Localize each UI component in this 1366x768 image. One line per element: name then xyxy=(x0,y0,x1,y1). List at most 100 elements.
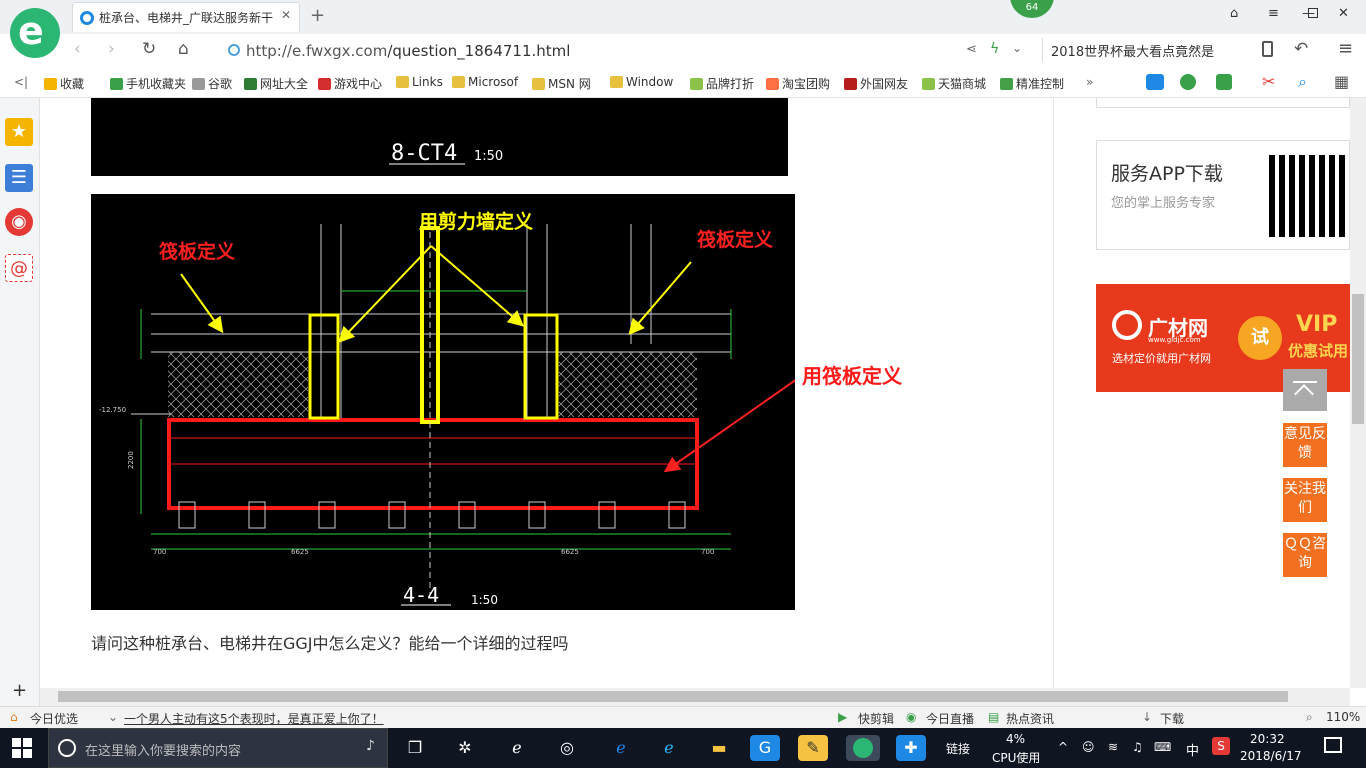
site-favicon xyxy=(80,11,94,25)
volume-icon[interactable]: ♫ xyxy=(1132,740,1143,754)
tray-up-icon[interactable]: ^ xyxy=(1058,740,1068,754)
vertical-scroll-thumb[interactable] xyxy=(1352,294,1364,424)
forward-icon[interactable]: › xyxy=(108,39,115,59)
chevron-down-icon[interactable]: ⌄ xyxy=(108,710,118,724)
follow-us-button[interactable]: 关注我们 xyxy=(1283,478,1327,522)
browser-tab[interactable]: 桩承台、电梯井_广联达服务新干 ✕ xyxy=(72,2,300,32)
ime-indicator[interactable]: 中 xyxy=(1186,740,1199,759)
bookmark-icon xyxy=(318,78,331,90)
reader-icon[interactable]: ☰ xyxy=(5,164,33,192)
browser-e-icon[interactable]: ℯ xyxy=(502,735,532,761)
search-input[interactable]: 2018世界杯最大看点竟然是 xyxy=(1042,38,1242,62)
bookmark-label: 淘宝团购 xyxy=(782,77,831,91)
notification-badge[interactable]: 64 xyxy=(1010,0,1054,18)
file-explorer-icon[interactable]: ▬ xyxy=(704,735,734,761)
bookmark-icon xyxy=(452,76,465,88)
bookmark-item[interactable]: Window xyxy=(610,75,673,89)
plus-app-icon[interactable]: ✚ xyxy=(896,735,926,761)
pinwheel-app-icon[interactable]: ✲ xyxy=(450,735,480,761)
reload-icon[interactable]: ↻ xyxy=(142,39,156,59)
bookmark-item[interactable]: 网址大全 xyxy=(244,75,308,92)
close-window-icon[interactable]: ✕ xyxy=(1338,6,1349,21)
keyboard-icon[interactable]: ⌨ xyxy=(1154,740,1171,754)
money-icon[interactable] xyxy=(1180,74,1196,90)
windows-start-icon[interactable] xyxy=(12,738,32,758)
bookmark-item[interactable]: 淘宝团购 xyxy=(766,75,830,92)
label-raft-bottom: 用筏板定义 xyxy=(802,364,902,388)
home-icon[interactable]: ⌂ xyxy=(178,39,189,59)
app-download-card[interactable]: 服务APP下载 您的掌上服务专家 xyxy=(1096,140,1350,250)
scissors-icon[interactable]: ✂ xyxy=(1262,72,1275,91)
task-view-icon[interactable]: ❐ xyxy=(400,735,430,761)
download-link[interactable]: 下载 xyxy=(1160,710,1184,727)
news-link[interactable]: 一个男人主动有这5个表现时，是真正爱上你了！ xyxy=(124,710,384,727)
bookmark-item[interactable]: 精准控制 xyxy=(1000,75,1064,92)
today-picks[interactable]: 今日优选 xyxy=(30,710,78,727)
feedback-button[interactable]: 意见反馈 xyxy=(1283,423,1327,467)
bookmark-item[interactable]: 外国网友 xyxy=(844,75,908,92)
bookmark-item[interactable]: MSN 网 xyxy=(532,75,591,92)
taskbar-search-input[interactable]: 在这里输入你要搜索的内容 xyxy=(48,728,388,768)
grid-icon[interactable]: ▦ xyxy=(1334,72,1349,91)
zoom-level[interactable]: 110% xyxy=(1326,710,1360,724)
bookmark-item[interactable]: 品牌打折 xyxy=(690,75,754,92)
bookmark-item[interactable]: 天猫商城 xyxy=(922,75,986,92)
clock-time[interactable]: 20:32 xyxy=(1250,732,1285,746)
address-bar: ‹ › ↻ ⌂ http://e.fwxgx.com/question_1864… xyxy=(0,34,1366,66)
mobile-icon[interactable] xyxy=(1262,41,1273,57)
microphone-icon[interactable]: ♪ xyxy=(366,738,375,754)
add-icon[interactable]: + xyxy=(12,680,27,701)
app-subtitle: 您的掌上服务专家 xyxy=(1111,196,1216,211)
close-tab-icon[interactable]: ✕ xyxy=(281,8,291,22)
bookmark-icon xyxy=(844,78,857,90)
translate-icon[interactable] xyxy=(1216,74,1232,90)
horizontal-scroll-thumb[interactable] xyxy=(58,691,1288,702)
wifi-icon[interactable]: ≋ xyxy=(1108,740,1118,754)
browser-logo-icon[interactable]: e xyxy=(10,8,60,58)
favorites-icon[interactable]: ★ xyxy=(5,118,33,146)
live-link[interactable]: 今日直播 xyxy=(926,710,974,727)
ie-icon[interactable]: ℯ xyxy=(654,735,684,761)
back-to-top-button[interactable] xyxy=(1283,369,1327,411)
chevron-down-icon[interactable]: ⌄ xyxy=(1012,41,1022,55)
bookmark-item[interactable]: 游戏中心 xyxy=(318,75,382,92)
bookmark-item[interactable]: 收藏 xyxy=(44,75,84,92)
bookmark-item[interactable]: 手机收藏夹 xyxy=(110,75,186,92)
menu-icon[interactable]: ≡ xyxy=(1268,6,1279,21)
bookmark-item[interactable]: Microsof xyxy=(452,75,518,89)
security-icon[interactable] xyxy=(228,44,240,56)
maximize-icon[interactable] xyxy=(1308,8,1318,18)
edge-icon[interactable]: ℯ xyxy=(606,735,636,761)
email-icon[interactable]: @ xyxy=(5,254,33,282)
wall-box-left xyxy=(308,313,340,420)
weibo-icon[interactable]: ◉ xyxy=(5,208,33,236)
qq-consult-button[interactable]: ＱＱ咨询 xyxy=(1283,533,1327,577)
cad-drawing: 用剪力墙定义 筏板定义 筏板定义 6625 6625 700 700 2200 … xyxy=(91,194,798,610)
url-input[interactable]: http://e.fwxgx.com/question_1864711.html xyxy=(246,42,570,60)
sogou-icon[interactable]: S xyxy=(1212,737,1230,755)
clock-date[interactable]: 2018/6/17 xyxy=(1240,749,1302,763)
shirt-skin-icon[interactable]: ⌂ xyxy=(1230,6,1238,21)
share-icon[interactable]: ⋖ xyxy=(966,42,977,57)
active-browser-icon[interactable] xyxy=(846,735,880,761)
search-icon[interactable]: ⌕ xyxy=(1298,72,1307,92)
undo-icon[interactable]: ↶ xyxy=(1294,39,1308,59)
section-label: 4-4 xyxy=(403,583,439,607)
more-bookmarks-icon[interactable]: » xyxy=(1086,75,1093,89)
notifications-icon[interactable] xyxy=(1324,737,1342,753)
main-menu-icon[interactable]: ≡ xyxy=(1338,38,1353,59)
sidebar-toggle-icon[interactable]: <| xyxy=(14,75,28,89)
link-label[interactable]: 链接 xyxy=(946,740,970,757)
new-tab-button[interactable]: + xyxy=(310,5,325,26)
clip-link[interactable]: 快剪辑 xyxy=(858,710,894,727)
people-icon[interactable]: ☺ xyxy=(1082,740,1095,754)
spiral-app-icon[interactable]: ◎ xyxy=(552,735,582,761)
back-icon[interactable]: ‹ xyxy=(74,39,81,59)
glodon-app-icon[interactable]: G xyxy=(750,735,780,761)
extension-icon[interactable] xyxy=(1146,74,1164,90)
notes-app-icon[interactable]: ✎ xyxy=(798,735,828,761)
bookmark-item[interactable]: Links xyxy=(396,75,443,89)
lightning-icon[interactable]: ϟ xyxy=(990,41,999,57)
hot-news-link[interactable]: 热点资讯 xyxy=(1006,710,1054,727)
bookmark-item[interactable]: 谷歌 xyxy=(192,75,232,92)
